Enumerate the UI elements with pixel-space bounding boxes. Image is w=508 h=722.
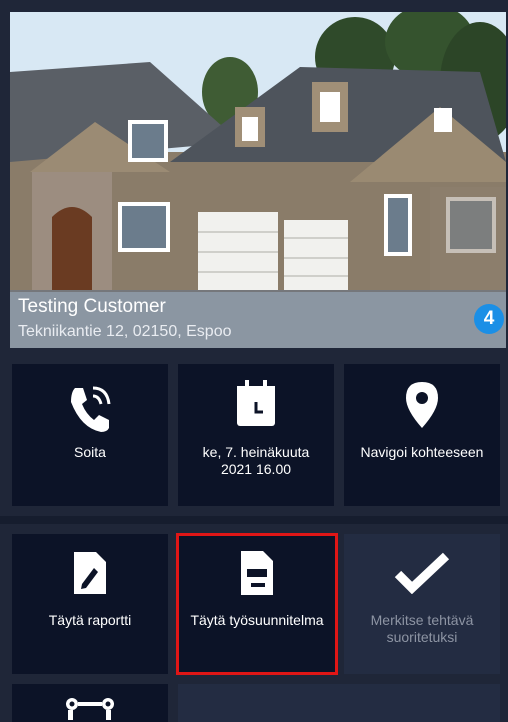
fill-report-label: Täytä raportti <box>48 612 132 628</box>
work-plan-icon <box>241 551 273 595</box>
fill-report-button[interactable]: Täytä raportti <box>12 534 168 674</box>
navigate-button[interactable]: Navigoi kohteeseen <box>344 364 500 506</box>
section-divider <box>0 516 508 524</box>
customer-caption: Testing Customer Tekniikantie 12, 02150,… <box>10 290 506 348</box>
route-icon <box>66 698 114 720</box>
navigate-label: Navigoi kohteeseen <box>360 444 484 460</box>
customer-address[interactable]: Tekniikantie 12, 02150, Espoo <box>18 323 231 341</box>
phone-icon <box>71 386 111 432</box>
customer-photo: Testing Customer Tekniikantie 12, 02150,… <box>10 12 506 348</box>
report-icon <box>74 552 106 594</box>
notification-badge[interactable]: 4 <box>474 304 504 334</box>
mark-task-done-label: Merkitse tehtävä suoritetuksi <box>370 612 474 645</box>
map-pin-icon <box>406 382 438 428</box>
appointment-date-label: ke, 7. heinäkuuta 2021 16.00 <box>202 444 310 477</box>
fill-work-plan-label: Täytä työsuunnitelma <box>190 612 324 628</box>
empty-tile <box>178 684 500 722</box>
customer-name: Testing Customer <box>18 296 166 317</box>
appointment-date-button[interactable]: ke, 7. heinäkuuta 2021 16.00 <box>178 364 334 506</box>
fill-work-plan-button[interactable]: Täytä työsuunnitelma <box>176 533 338 675</box>
route-button[interactable] <box>12 684 168 722</box>
app-screen: Testing Customer Tekniikantie 12, 02150,… <box>0 0 508 722</box>
mark-task-done-button[interactable]: Merkitse tehtävä suoritetuksi <box>344 534 500 674</box>
checkmark-icon <box>394 552 450 594</box>
calendar-icon <box>237 380 275 426</box>
call-label: Soita <box>74 444 106 460</box>
call-button[interactable]: Soita <box>12 364 168 506</box>
